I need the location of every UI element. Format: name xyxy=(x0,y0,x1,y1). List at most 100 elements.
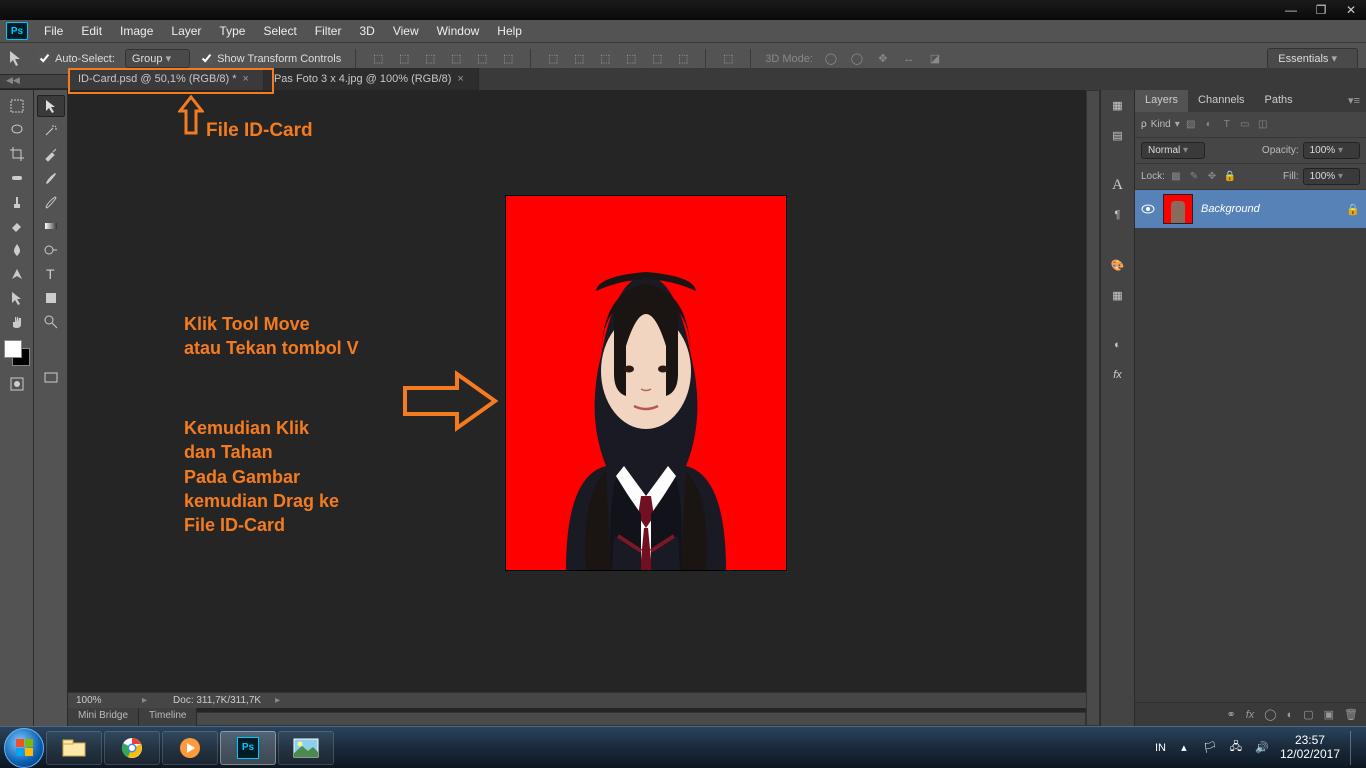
eraser-tool[interactable] xyxy=(3,215,31,237)
menu-window[interactable]: Window xyxy=(429,21,488,41)
filter-pixel-icon[interactable]: ▧ xyxy=(1184,118,1198,132)
visibility-toggle-icon[interactable] xyxy=(1141,202,1155,216)
menu-file[interactable]: File xyxy=(36,21,71,41)
maximize-button[interactable]: ❐ xyxy=(1306,0,1336,20)
magic-wand-tool[interactable] xyxy=(37,119,65,141)
eyedropper-tool[interactable] xyxy=(37,143,65,165)
lock-pixels-icon[interactable]: ✎ xyxy=(1187,170,1201,184)
close-icon[interactable]: × xyxy=(457,73,463,85)
lock-position-icon[interactable]: ✥ xyxy=(1205,170,1219,184)
minimize-button[interactable]: — xyxy=(1276,0,1306,20)
scrollbar-vertical[interactable] xyxy=(1086,90,1100,726)
panel-menu-icon[interactable]: ▾≡ xyxy=(1342,90,1366,112)
distribute-vcenter-icon[interactable]: ⬚ xyxy=(571,51,587,67)
healing-tool[interactable] xyxy=(3,167,31,189)
link-layers-icon[interactable]: ⚭ xyxy=(1226,708,1235,721)
doctab-pas-foto[interactable]: Pas Foto 3 x 4.jpg @ 100% (RGB/8)× xyxy=(264,68,479,90)
layer-name[interactable]: Background xyxy=(1201,203,1260,215)
document-image[interactable] xyxy=(506,196,786,570)
menu-view[interactable]: View xyxy=(385,21,427,41)
align-bottom-icon[interactable]: ⬚ xyxy=(422,51,438,67)
status-expand-icon[interactable]: ▸ xyxy=(136,695,153,706)
distribute-right-icon[interactable]: ⬚ xyxy=(675,51,691,67)
menu-type[interactable]: Type xyxy=(211,21,253,41)
color-panel-icon[interactable]: 🎨 xyxy=(1107,254,1129,276)
opacity-field[interactable]: 100% ▾ xyxy=(1303,142,1360,159)
start-button[interactable] xyxy=(4,728,44,768)
taskbar-photo-viewer[interactable] xyxy=(278,731,334,765)
styles-panel-icon[interactable]: fx xyxy=(1107,364,1129,386)
lasso-tool[interactable] xyxy=(3,119,31,141)
new-layer-icon[interactable]: ▣ xyxy=(1324,708,1334,721)
menu-3d[interactable]: 3D xyxy=(351,21,382,41)
pen-tool[interactable] xyxy=(3,263,31,285)
scrollbar-horizontal[interactable] xyxy=(68,712,1086,726)
tab-paths[interactable]: Paths xyxy=(1255,90,1303,112)
3d-orbit-icon[interactable]: ◯ xyxy=(823,51,839,67)
screenmode-tool[interactable] xyxy=(37,367,65,389)
gradient-tool[interactable] xyxy=(37,215,65,237)
paragraph-panel-icon[interactable]: ¶ xyxy=(1107,204,1129,226)
close-button[interactable]: ✕ xyxy=(1336,0,1366,20)
menu-layer[interactable]: Layer xyxy=(163,21,209,41)
doctab-id-card[interactable]: ID-Card.psd @ 50,1% (RGB/8) *× xyxy=(68,68,264,90)
workspace-selector[interactable]: Essentials ▾ xyxy=(1267,48,1358,69)
stamp-tool[interactable] xyxy=(3,191,31,213)
auto-select-type[interactable]: Group ▾ xyxy=(125,49,190,68)
tab-channels[interactable]: Channels xyxy=(1188,90,1254,112)
3d-roll-icon[interactable]: ◯ xyxy=(849,51,865,67)
tab-layers[interactable]: Layers xyxy=(1135,90,1188,112)
type-tool[interactable]: T xyxy=(37,263,65,285)
foreground-color-swatch[interactable] xyxy=(4,340,22,358)
hand-tool[interactable] xyxy=(3,311,31,333)
align-vcenter-icon[interactable]: ⬚ xyxy=(396,51,412,67)
history-panel-icon[interactable]: ▦ xyxy=(1107,94,1129,116)
distribute-top-icon[interactable]: ⬚ xyxy=(545,51,561,67)
filter-adjust-icon[interactable]: ◐ xyxy=(1202,118,1216,132)
adjustment-layer-icon[interactable]: ◐ xyxy=(1287,709,1294,721)
tab-timeline[interactable]: Timeline xyxy=(139,708,197,726)
auto-select-check[interactable]: Auto-Select: xyxy=(38,52,115,65)
fill-field[interactable]: 100% ▾ xyxy=(1303,168,1360,185)
shape-tool[interactable] xyxy=(37,287,65,309)
show-desktop-button[interactable] xyxy=(1350,731,1358,765)
marquee-tool[interactable] xyxy=(3,95,31,117)
move-tool[interactable] xyxy=(37,95,65,117)
menu-edit[interactable]: Edit xyxy=(73,21,110,41)
menu-filter[interactable]: Filter xyxy=(307,21,350,41)
lock-transparent-icon[interactable]: ▩ xyxy=(1169,170,1183,184)
tray-network-icon[interactable]: 🖧 xyxy=(1228,740,1244,756)
zoom-field[interactable]: 100% xyxy=(68,695,136,706)
blend-mode-select[interactable]: Normal ▾ xyxy=(1141,142,1205,159)
distribute-left-icon[interactable]: ⬚ xyxy=(623,51,639,67)
tab-mini-bridge[interactable]: Mini Bridge xyxy=(68,708,139,726)
menu-select[interactable]: Select xyxy=(255,21,304,41)
align-left-icon[interactable]: ⬚ xyxy=(448,51,464,67)
distribute-bottom-icon[interactable]: ⬚ xyxy=(597,51,613,67)
tray-show-hidden-icon[interactable]: ▴ xyxy=(1176,740,1192,756)
show-transform-check[interactable]: Show Transform Controls xyxy=(200,52,341,65)
filter-shape-icon[interactable]: ▭ xyxy=(1238,118,1252,132)
path-select-tool[interactable] xyxy=(3,287,31,309)
quickmask-tool[interactable] xyxy=(3,373,31,395)
delete-layer-icon[interactable]: 🗑 xyxy=(1344,708,1358,721)
layer-thumbnail[interactable] xyxy=(1163,194,1193,224)
lock-icon[interactable]: 🔒 xyxy=(1346,203,1360,216)
layer-mask-icon[interactable]: ◯ xyxy=(1264,708,1276,721)
taskbar-media-player[interactable] xyxy=(162,731,218,765)
filter-smart-icon[interactable]: ◫ xyxy=(1256,118,1270,132)
adjustments-panel-icon[interactable]: ◐ xyxy=(1107,334,1129,356)
layer-group-icon[interactable]: ▢ xyxy=(1303,708,1313,721)
distribute-hcenter-icon[interactable]: ⬚ xyxy=(649,51,665,67)
layer-row-background[interactable]: Background 🔒 xyxy=(1135,190,1366,228)
filter-type-icon[interactable]: T xyxy=(1220,118,1234,132)
status-more-icon[interactable]: ▸ xyxy=(261,695,280,706)
taskbar-chrome[interactable] xyxy=(104,731,160,765)
align-hcenter-icon[interactable]: ⬚ xyxy=(474,51,490,67)
menu-image[interactable]: Image xyxy=(112,21,161,41)
lock-all-icon[interactable]: 🔒 xyxy=(1223,170,1237,184)
3d-slide-icon[interactable]: ↔ xyxy=(901,51,917,67)
character-panel-icon[interactable]: A xyxy=(1107,174,1129,196)
color-swatches[interactable] xyxy=(4,340,30,366)
menu-help[interactable]: Help xyxy=(489,21,530,41)
